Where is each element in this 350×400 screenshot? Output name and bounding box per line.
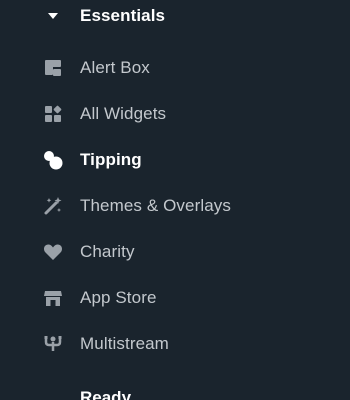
heart-icon <box>42 241 64 263</box>
sidebar-item-app-store[interactable]: App Store <box>42 283 332 313</box>
alert-box-icon <box>42 57 64 79</box>
sidebar-item-label: Tipping <box>80 150 142 169</box>
store-icon <box>42 287 64 309</box>
sidebar-panel: Essentials Alert Box All Widgets Tipping… <box>0 0 350 400</box>
sidebar-item-tipping[interactable]: Tipping <box>42 145 332 175</box>
sidebar-item-alert-box[interactable]: Alert Box <box>42 53 332 83</box>
sidebar-item-all-widgets[interactable]: All Widgets <box>42 99 332 129</box>
sidebar-item-label: Alert Box <box>80 58 150 77</box>
sidebar-item-label: Charity <box>80 242 135 261</box>
section-header-essentials[interactable]: Essentials <box>46 5 165 27</box>
sidebar-item-charity[interactable]: Charity <box>42 237 332 267</box>
sidebar-item-label: App Store <box>80 288 157 307</box>
sidebar-item-multistream[interactable]: Multistream <box>42 329 332 359</box>
tipping-coins-icon <box>42 149 64 171</box>
sidebar-item-label: Multistream <box>80 334 169 353</box>
section-title: Essentials <box>80 6 166 25</box>
magic-wand-icon <box>42 195 64 217</box>
next-section-title[interactable]: Ready <box>80 388 131 400</box>
sidebar-item-themes-overlays[interactable]: Themes & Overlays <box>42 191 332 221</box>
sidebar-item-label: Themes & Overlays <box>80 196 231 215</box>
caret-down-icon <box>46 11 60 21</box>
widgets-grid-icon <box>42 103 64 125</box>
sidebar-item-label: All Widgets <box>80 104 167 123</box>
multistream-icon <box>42 333 64 355</box>
